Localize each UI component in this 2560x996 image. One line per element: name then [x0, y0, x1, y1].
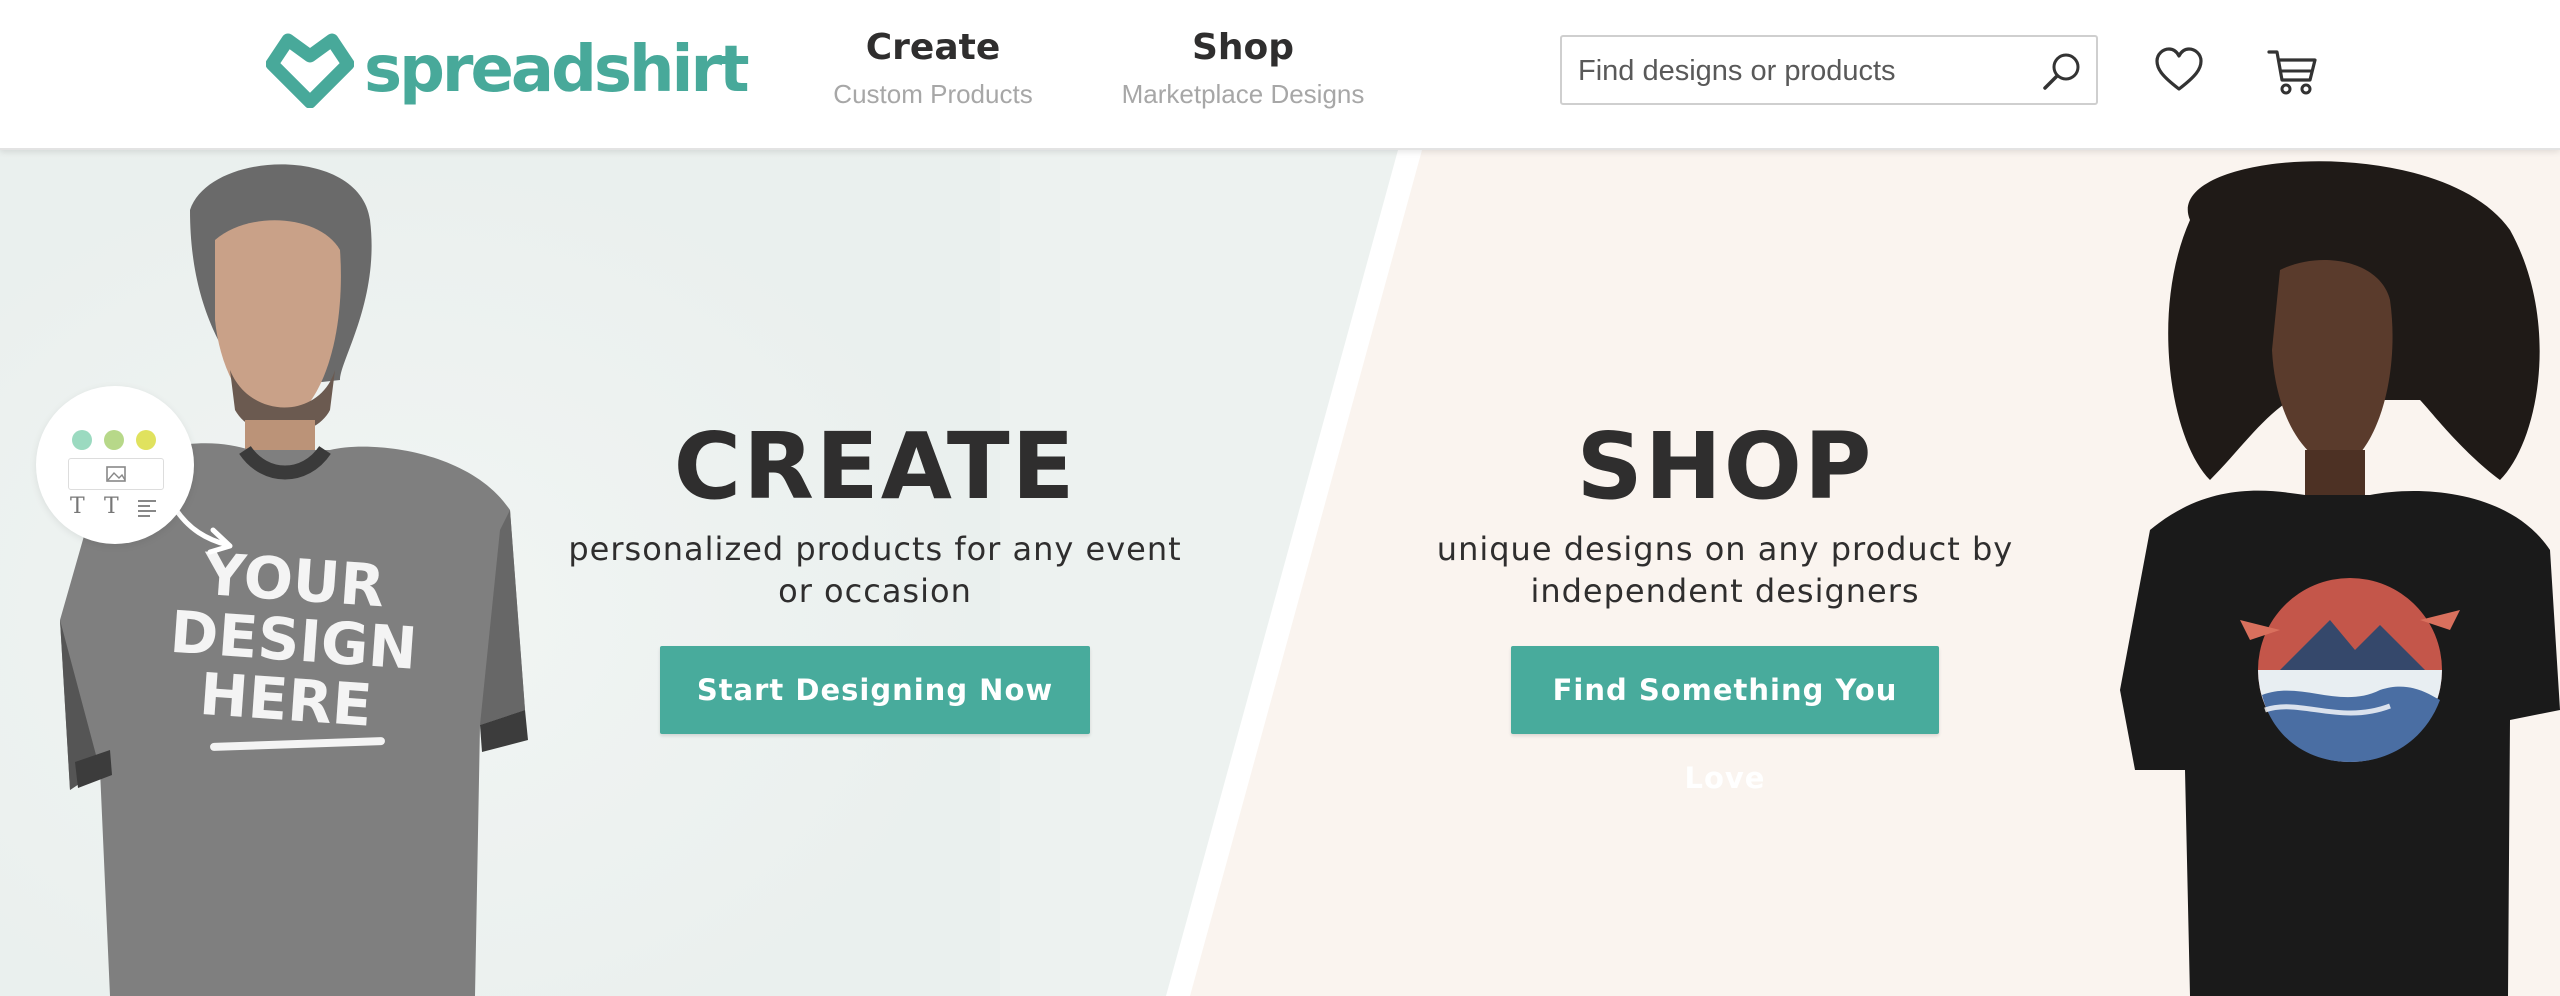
nav-shop-title: Shop: [1191, 27, 1295, 68]
design-editor-badge: T T: [36, 386, 194, 544]
shop-description-line-1: unique designs on any product by: [1436, 530, 2014, 568]
site-header: spreadshirt Create Custom Products Shop …: [0, 0, 2560, 150]
shop-panel: SHOP unique designs on any product by in…: [1420, 412, 2030, 795]
color-dot-yellow: [136, 430, 156, 450]
cart-icon[interactable]: [2266, 44, 2320, 98]
hero-banner: YOUR DESIGN HERE T T CREATE personalized…: [0, 150, 2560, 996]
shop-heading: SHOP: [1576, 413, 1874, 520]
search-input[interactable]: [1576, 37, 2020, 105]
shirt-print-text: YOUR DESIGN HERE: [164, 540, 419, 740]
color-dot-lime: [104, 430, 124, 450]
create-description-line-1: personalized products for any event: [568, 530, 1182, 568]
text-style-icon: T: [104, 494, 119, 519]
nav-create-title: Create: [865, 27, 1001, 68]
shop-description-line-2: independent designers: [1530, 572, 1920, 610]
logo-text: spreadshirt: [364, 33, 750, 107]
model-shop-image: [2120, 161, 2560, 996]
color-dot-mint: [72, 430, 92, 450]
start-designing-button[interactable]: Start Designing Now: [660, 646, 1090, 734]
search-icon[interactable]: [2040, 49, 2084, 93]
create-panel: CREATE personalized products for any eve…: [560, 412, 1190, 734]
create-heading: CREATE: [673, 413, 1077, 520]
nav-shop[interactable]: Shop Marketplace Designs: [1112, 26, 1374, 112]
search-box: [1560, 35, 2098, 105]
nav-shop-subtitle: Marketplace Designs: [1121, 79, 1365, 109]
nav-create-subtitle: Custom Products: [833, 79, 1033, 109]
text-tool-icon: T: [70, 494, 85, 519]
align-icon: [138, 500, 156, 517]
image-upload-icon: [68, 458, 164, 490]
shirt-print-line-3: HERE: [197, 659, 375, 740]
spreadshirt-logo[interactable]: spreadshirt: [266, 30, 750, 110]
find-something-button[interactable]: Find Something You Love: [1511, 646, 1939, 795]
heart-icon[interactable]: [2152, 44, 2206, 98]
nav-create[interactable]: Create Custom Products: [820, 26, 1046, 112]
create-description-line-2: or occasion: [778, 572, 972, 610]
heart-logo-icon: [266, 33, 354, 108]
